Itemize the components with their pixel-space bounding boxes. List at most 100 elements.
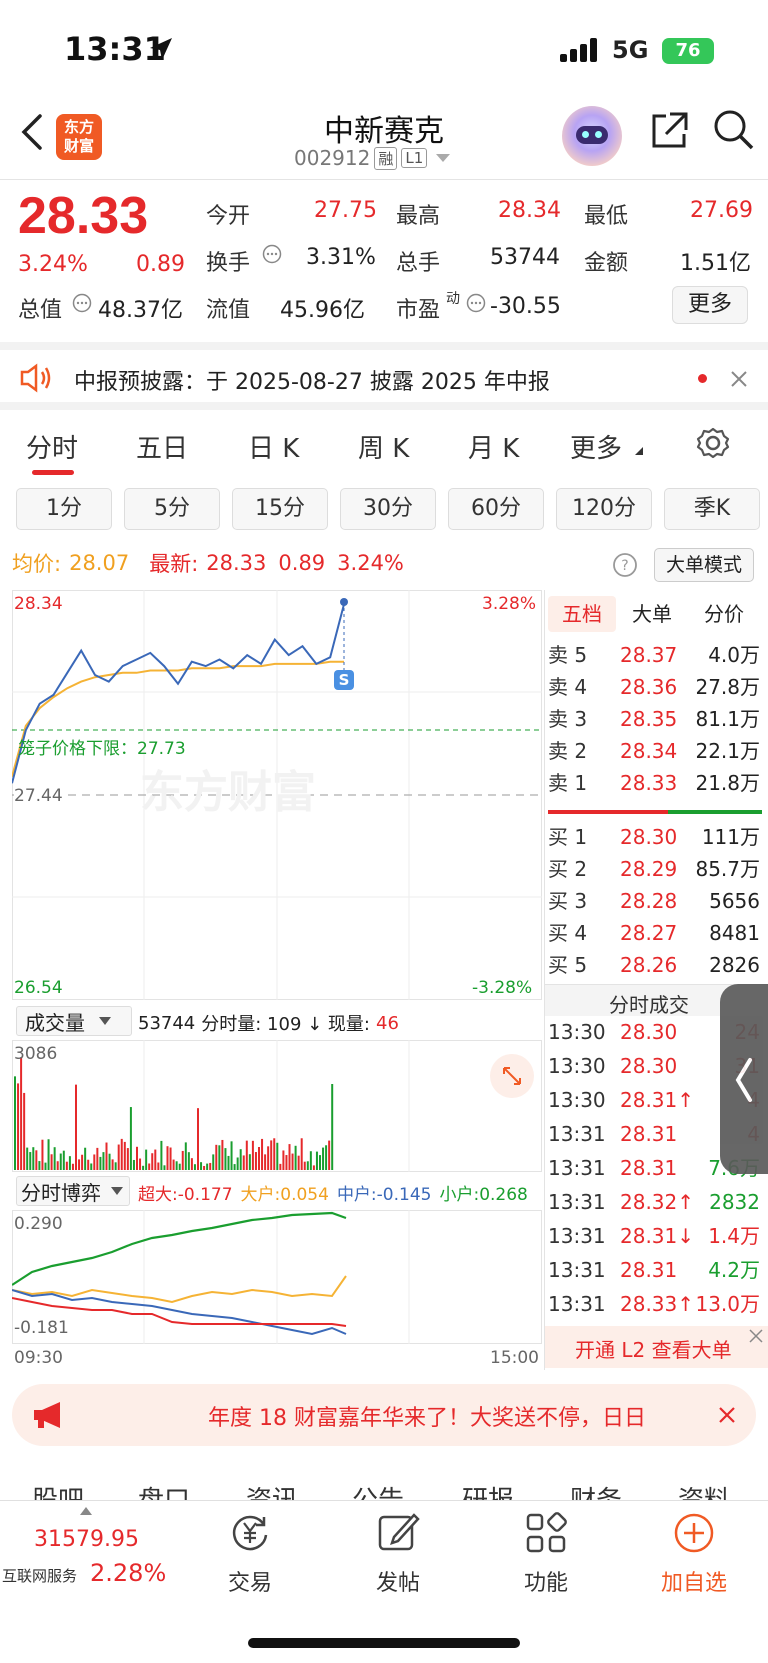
side-drawer-handle[interactable] — [720, 984, 768, 1174]
tab-big-orders[interactable]: 大单 — [632, 596, 672, 632]
last-label: 最新: — [149, 552, 199, 576]
volume-bar — [47, 1139, 50, 1170]
more-quote-button[interactable]: 更多 — [672, 286, 748, 324]
up-arrow-icon — [80, 1507, 92, 1515]
volume-total: 53744 — [138, 1012, 196, 1034]
close-icon[interactable] — [730, 370, 748, 388]
tab-finance[interactable]: 财务 — [570, 1480, 622, 1502]
volume-bar — [200, 1162, 203, 1170]
tab-more[interactable]: 更多 — [570, 428, 622, 465]
tab-price-dist[interactable]: 分价 — [704, 596, 744, 632]
tab-guba[interactable]: 股吧 — [32, 1480, 84, 1502]
tab-profile[interactable]: 资料 — [678, 1480, 730, 1502]
tab-intraday[interactable]: 分时 — [26, 428, 78, 465]
volume-bar — [41, 1139, 44, 1170]
volume-bar — [315, 1151, 318, 1170]
help-icon[interactable]: ? — [612, 552, 638, 578]
period-15m[interactable]: 15分 — [232, 488, 328, 530]
volume-bar — [288, 1144, 291, 1170]
cage-limit-label: 笼子价格下限：27.73 — [18, 739, 186, 759]
float-label: 流值 — [206, 298, 251, 323]
chevron-left-icon — [735, 1058, 752, 1102]
tab-pankou[interactable]: 盘口 — [138, 1480, 190, 1502]
pe-superscript: 动 — [446, 291, 460, 307]
avg-value: 28.07 — [69, 551, 130, 575]
share-icon[interactable] — [648, 110, 690, 152]
volume-bar — [62, 1150, 65, 1170]
stock-code-row[interactable]: 002912 融 L1 — [294, 146, 451, 170]
volume-bar — [169, 1147, 172, 1170]
tab-daily-k[interactable]: 日 K — [248, 428, 299, 465]
game-legend: 超大:-0.177 大户:0.054 中户:-0.145 小户:0.268 — [138, 1180, 528, 1205]
last-percent: 3.24% — [337, 551, 404, 575]
period-5m[interactable]: 5分 — [124, 488, 220, 530]
volume-bar — [285, 1155, 288, 1170]
notice-banner[interactable]: 中报预披露：于 2025-08-27 披露 2025 年中报 — [0, 342, 768, 410]
volume-bar — [29, 1152, 32, 1170]
promo-text: 年度 18 财富嘉年华来了！大奖送不停，日日 — [208, 1406, 646, 1431]
period-30m[interactable]: 30分 — [340, 488, 436, 530]
volume-bar — [75, 1084, 77, 1170]
info-dots-icon[interactable] — [466, 293, 486, 313]
tab-five-levels[interactable]: 五档 — [548, 596, 616, 632]
close-icon[interactable] — [718, 1406, 736, 1424]
search-icon[interactable] — [712, 108, 756, 152]
period-120m[interactable]: 120分 — [556, 488, 652, 530]
game-selector[interactable]: 分时博弈 — [16, 1176, 130, 1206]
volume-value: 53744 — [490, 245, 560, 270]
close-icon[interactable] — [748, 1328, 764, 1344]
volume-bar — [309, 1151, 312, 1170]
tab-announcements[interactable]: 公告 — [352, 1480, 404, 1502]
network-type: 5G — [612, 36, 649, 64]
sell-marker-icon[interactable]: S — [334, 670, 354, 690]
bid-row-4: 买 4 28.27 8481 — [548, 921, 760, 945]
tab-monthly-k[interactable]: 月 K — [468, 428, 519, 465]
add-watchlist-button[interactable]: 加自选 — [644, 1511, 744, 1597]
volume-bar — [279, 1163, 282, 1170]
chevron-down-icon — [436, 154, 451, 162]
trade-row: 13:31 28.31↓ 1.4万 — [548, 1224, 760, 1248]
period-quarter-k[interactable]: 季K — [664, 488, 760, 530]
period-60m[interactable]: 60分 — [448, 488, 544, 530]
volume-bar — [224, 1148, 227, 1170]
info-dots-icon[interactable] — [262, 244, 282, 264]
volume-bar — [190, 1158, 193, 1170]
volume-bar — [175, 1161, 178, 1170]
bid-row-1: 买 1 28.30 111万 — [548, 825, 760, 849]
amount-value: 1.51亿 — [680, 251, 751, 276]
volume-bar — [32, 1147, 35, 1170]
gear-icon[interactable] — [696, 426, 730, 460]
volume-bar — [300, 1138, 303, 1170]
game-chart[interactable] — [12, 1210, 542, 1344]
promo-banner[interactable]: 年度 18 财富嘉年华来了！大奖送不停，日日 — [12, 1384, 756, 1446]
open-value: 27.75 — [314, 198, 377, 223]
tab-research[interactable]: 研报 — [462, 1480, 514, 1502]
info-dots-icon[interactable] — [72, 293, 92, 313]
chart-y-mid: 27.44 — [14, 786, 63, 806]
tab-news[interactable]: 资讯 — [246, 1480, 298, 1502]
volume-bar — [23, 1092, 26, 1170]
volume-bar — [215, 1144, 218, 1170]
chart-y-top: 28.34 — [14, 594, 63, 614]
l2-banner-text: 开通 L2 查看大单 — [575, 1338, 732, 1362]
avg-label: 均价: — [12, 552, 62, 576]
l2-banner[interactable]: 开通 L2 查看大单 — [545, 1326, 768, 1368]
tab-five-day[interactable]: 五日 — [136, 428, 188, 465]
expand-icon[interactable] — [490, 1054, 534, 1098]
post-button[interactable]: 发帖 — [348, 1511, 448, 1597]
time-end: 15:00 — [490, 1348, 539, 1368]
volume-selector[interactable]: 成交量 — [16, 1006, 132, 1036]
sector-index-value: 31579.95 — [34, 1527, 139, 1552]
tab-weekly-k[interactable]: 周 K — [358, 428, 409, 465]
assistant-robot-icon[interactable] — [562, 106, 622, 166]
volume-bar — [114, 1162, 117, 1170]
function-button[interactable]: 功能 — [496, 1511, 596, 1597]
volume-bar — [84, 1147, 87, 1170]
volume-chart[interactable] — [12, 1040, 542, 1172]
big-order-mode-button[interactable]: 大单模式 — [654, 548, 754, 582]
high-value: 28.34 — [498, 198, 561, 223]
volume-bar — [163, 1165, 166, 1170]
sector-index[interactable]: 31579.95 互联网服务 2.28% — [0, 1507, 176, 1597]
period-1m[interactable]: 1分 — [16, 488, 112, 530]
trade-button[interactable]: 交易 — [200, 1511, 300, 1597]
